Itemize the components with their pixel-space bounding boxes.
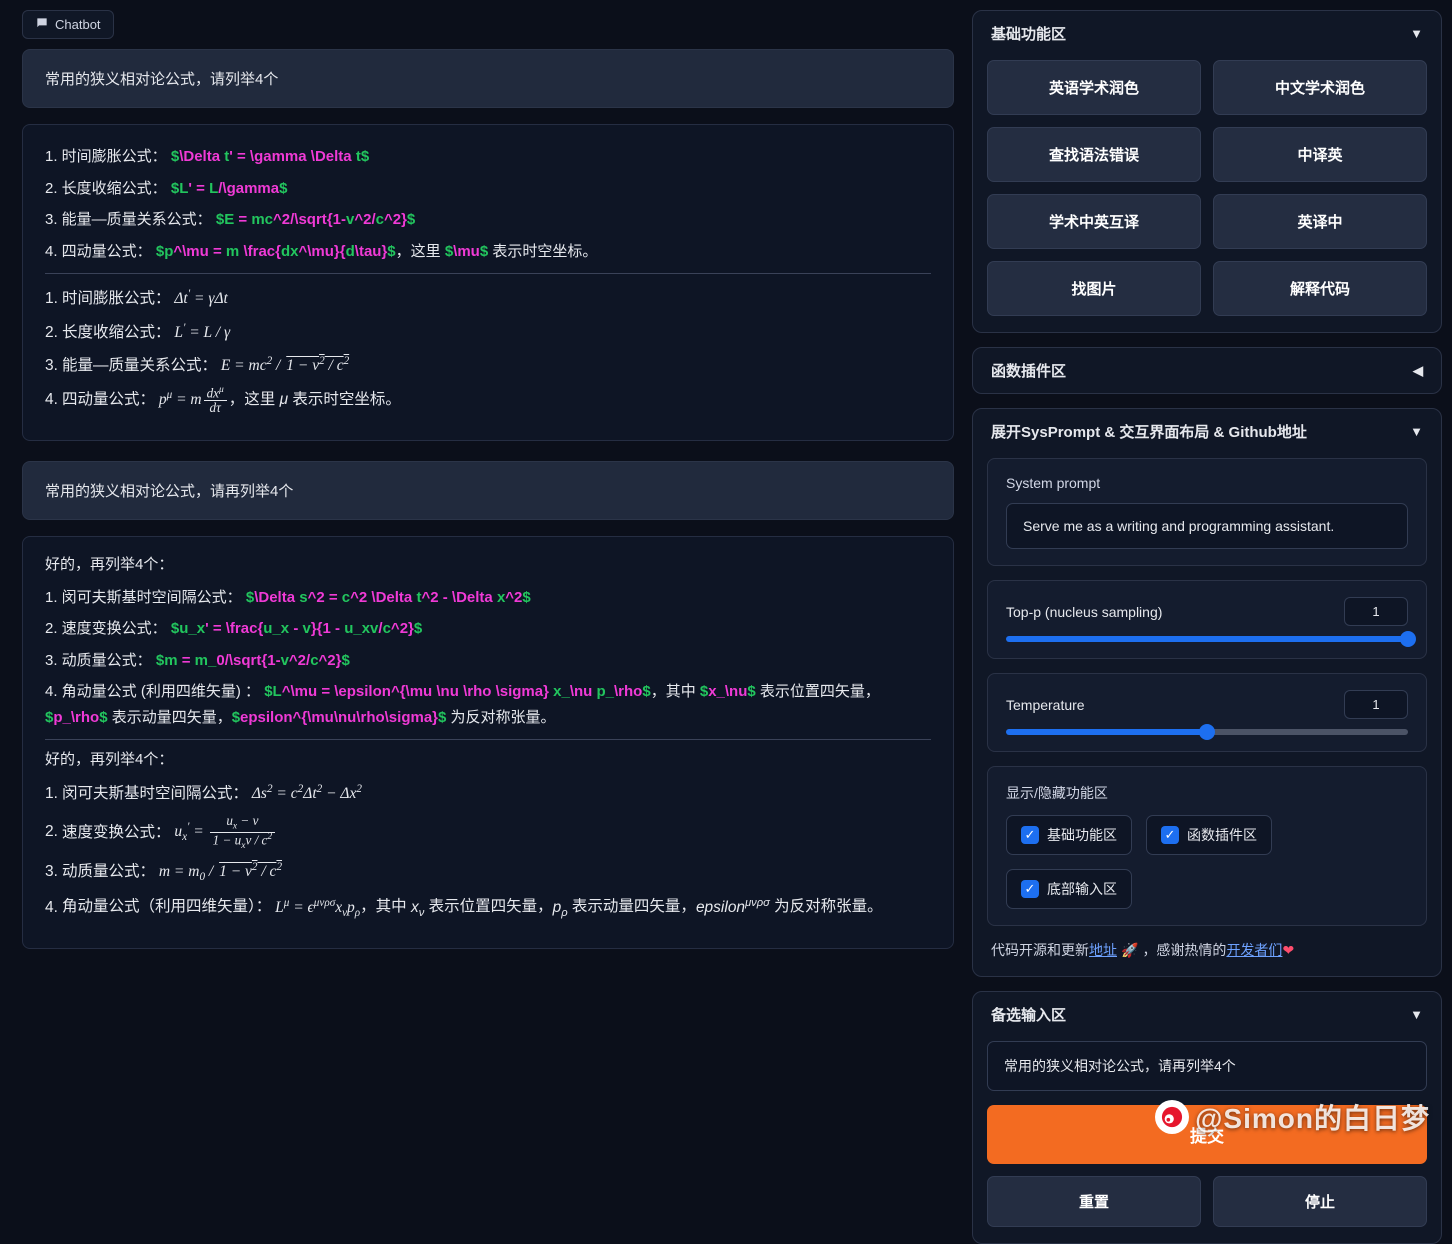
checkbox-icon: ✓: [1021, 826, 1039, 844]
panel-basic-header[interactable]: 基础功能区 ▼: [973, 11, 1441, 56]
rendered-formula-item: 1.时间膨胀公式： Δt' = γΔt: [45, 282, 931, 316]
toggle-checkbox[interactable]: ✓函数插件区: [1146, 815, 1272, 855]
rendered-formula-item: 4.角动量公式（利用四维矢量）： Lμ = ϵμνρσxνpρ，其中 xν 表示…: [45, 890, 931, 925]
panel-title: 基础功能区: [991, 23, 1066, 44]
repo-link[interactable]: 地址: [1089, 942, 1117, 958]
panel-title: 展开SysPrompt & 交互界面布局 & Github地址: [991, 421, 1307, 442]
rendered-formula-item: 2.速度变换公式： ux' = ux − v1 − uxv / c2: [45, 811, 931, 856]
bot-message: 1. 时间膨胀公式： $\Delta t' = \gamma \Delta t$…: [22, 124, 954, 441]
credits-line: 代码开源和更新地址🚀，感谢热情的开发者们❤: [987, 940, 1427, 960]
chevron-down-icon: ▼: [1410, 26, 1423, 41]
panel-sys-header[interactable]: 展开SysPrompt & 交互界面布局 & Github地址 ▼: [973, 409, 1441, 454]
rendered-formula-item: 3.能量—质量关系公式： E = mc2 / 1 − v2 / c2: [45, 349, 931, 383]
panel-alt-input: 备选输入区 ▼ 常用的狭义相对论公式，请再列举4个 提交 重置 停止: [972, 991, 1442, 1244]
top-p-slider[interactable]: [1006, 636, 1408, 642]
function-button[interactable]: 查找语法错误: [987, 127, 1201, 182]
rocket-icon: 🚀: [1121, 942, 1138, 958]
function-button[interactable]: 学术中英互译: [987, 194, 1201, 249]
toggle-checkbox[interactable]: ✓基础功能区: [1006, 815, 1132, 855]
tab-label: Chatbot: [55, 17, 101, 32]
chevron-left-icon: ◀: [1413, 363, 1423, 379]
panel-plugins-header[interactable]: 函数插件区 ◀: [973, 348, 1441, 393]
panel-alt-header[interactable]: 备选输入区 ▼: [973, 992, 1441, 1037]
panel-plugins: 函数插件区 ◀: [972, 347, 1442, 394]
sidebar: 基础功能区 ▼ 英语学术润色中文学术润色查找语法错误中译英学术中英互译英译中找图…: [972, 10, 1442, 1135]
raw-formula-item: 4. 角动量公式 (利用四维矢量) ： $L^\mu = \epsilon^{\…: [45, 676, 931, 733]
checkbox-icon: ✓: [1021, 880, 1039, 898]
function-button[interactable]: 中译英: [1213, 127, 1427, 182]
rendered-formula-item: 1.闵可夫斯基时空间隔公式： Δs2 = c2Δt2 − Δx2: [45, 777, 931, 811]
function-button[interactable]: 解释代码: [1213, 261, 1427, 316]
function-button[interactable]: 中文学术润色: [1213, 60, 1427, 115]
temperature-label: Temperature: [1006, 697, 1085, 713]
panel-basic: 基础功能区 ▼ 英语学术润色中文学术润色查找语法错误中译英学术中英互译英译中找图…: [972, 10, 1442, 333]
panel-title: 备选输入区: [991, 1004, 1066, 1025]
function-button[interactable]: 找图片: [987, 261, 1201, 316]
bot-message: 好的，再列举4个：1. 闵可夫斯基时空间隔公式： $\Delta s^2 = c…: [22, 536, 954, 949]
function-button[interactable]: 英语学术润色: [987, 60, 1201, 115]
user-message: 常用的狭义相对论公式，请再列举4个: [22, 461, 954, 520]
rendered-formula-item: 2.长度收缩公式： L' = L / γ: [45, 316, 931, 350]
raw-formula-item: 2. 长度收缩公式： $L' = L/\gamma$: [45, 173, 931, 205]
top-p-label: Top-p (nucleus sampling): [1006, 604, 1162, 620]
temperature-slider[interactable]: [1006, 729, 1408, 735]
toggle-checkbox[interactable]: ✓底部输入区: [1006, 869, 1132, 909]
raw-formula-item: 3. 能量—质量关系公式： $E = mc^2/\sqrt{1-v^2/c^2}…: [45, 204, 931, 236]
submit-button[interactable]: 提交: [987, 1105, 1427, 1164]
alt-input[interactable]: 常用的狭义相对论公式，请再列举4个: [987, 1041, 1427, 1091]
top-p-value[interactable]: 1: [1344, 597, 1408, 626]
heart-icon: ❤: [1282, 942, 1294, 958]
toggle-label: 显示/隐藏功能区: [1006, 783, 1408, 803]
reset-button[interactable]: 重置: [987, 1176, 1201, 1227]
rendered-formula-item: 3.动质量公式： m = m0 / 1 − v2 / c2: [45, 855, 931, 890]
panel-sys: 展开SysPrompt & 交互界面布局 & Github地址 ▼ System…: [972, 408, 1442, 977]
raw-formula-item: 1. 时间膨胀公式： $\Delta t' = \gamma \Delta t$: [45, 141, 931, 173]
temperature-value[interactable]: 1: [1344, 690, 1408, 719]
chat-area: Chatbot 常用的狭义相对论公式，请列举4个 1. 时间膨胀公式： $\Del…: [22, 10, 954, 1135]
system-prompt-input[interactable]: Serve me as a writing and programming as…: [1006, 503, 1408, 549]
tab-bar: Chatbot: [22, 10, 954, 39]
raw-formula-item: 1. 闵可夫斯基时空间隔公式： $\Delta s^2 = c^2 \Delta…: [45, 582, 931, 614]
tab-chatbot[interactable]: Chatbot: [22, 10, 114, 39]
top-p-block: Top-p (nucleus sampling) 1: [987, 580, 1427, 659]
rendered-formula-item: 4.四动量公式： pμ = mdxμdτ，这里 μ 表示时空坐标。: [45, 383, 931, 418]
system-prompt-block: System prompt Serve me as a writing and …: [987, 458, 1427, 566]
stop-button[interactable]: 停止: [1213, 1176, 1427, 1227]
toggle-block: 显示/隐藏功能区 ✓基础功能区 ✓函数插件区 ✓底部输入区: [987, 766, 1427, 926]
chat-icon: [35, 16, 49, 33]
system-prompt-label: System prompt: [1006, 475, 1408, 491]
raw-formula-item: 3. 动质量公式： $m = m_0/\sqrt{1-v^2/c^2}$: [45, 645, 931, 677]
raw-formula-item: 4. 四动量公式： $p^\mu = m \frac{dx^\mu}{d\tau…: [45, 236, 931, 268]
user-message: 常用的狭义相对论公式，请列举4个: [22, 49, 954, 108]
chevron-down-icon: ▼: [1410, 424, 1423, 439]
function-button[interactable]: 英译中: [1213, 194, 1427, 249]
devs-link[interactable]: 开发者们: [1226, 942, 1282, 958]
raw-formula-item: 2. 速度变换公式： $u_x' = \frac{u_x - v}{1 - u_…: [45, 613, 931, 645]
chevron-down-icon: ▼: [1410, 1007, 1423, 1022]
panel-title: 函数插件区: [991, 360, 1066, 381]
temperature-block: Temperature 1: [987, 673, 1427, 752]
checkbox-icon: ✓: [1161, 826, 1179, 844]
